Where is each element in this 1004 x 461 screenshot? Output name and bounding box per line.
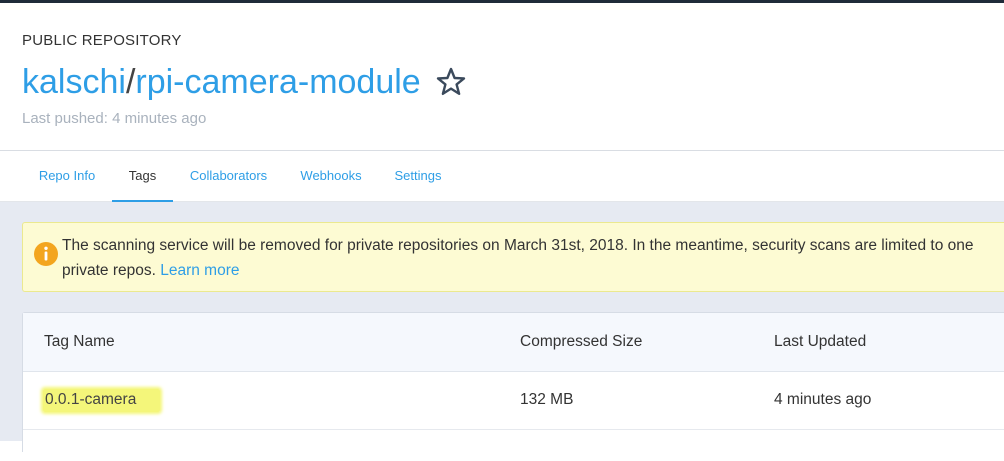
scanning-notice: The scanning service will be removed for… <box>22 222 1004 292</box>
tags-table: Tag Name Compressed Size Last Updated 0.… <box>22 312 1004 461</box>
repo-name-link[interactable]: rpi-camera-module <box>135 61 420 103</box>
learn-more-link[interactable]: Learn more <box>160 262 239 279</box>
tab-repo-info[interactable]: Repo Info <box>22 151 112 202</box>
compressed-size-cell: 132 MB <box>520 391 574 408</box>
tab-webhooks[interactable]: Webhooks <box>284 151 378 202</box>
notice-line-2-text: private repos. <box>62 262 156 279</box>
star-icon[interactable] <box>435 66 467 98</box>
last-updated-cell: 4 minutes ago <box>774 391 872 408</box>
column-header-last-updated[interactable]: Last Updated <box>774 333 866 351</box>
table-row-partial <box>23 431 1004 461</box>
title-separator: / <box>125 63 136 101</box>
tag-name-cell: 0.0.1-camera <box>43 389 161 412</box>
repo-title: kalschi / rpi-camera-module <box>22 61 467 103</box>
namespace-link[interactable]: kalschi <box>22 61 126 103</box>
main-content: The scanning service will be removed for… <box>0 202 1004 461</box>
repo-visibility-label: PUBLIC REPOSITORY <box>22 32 182 49</box>
table-row[interactable]: 0.0.1-camera 132 MB 4 minutes ago <box>23 372 1004 430</box>
column-header-tag-name[interactable]: Tag Name <box>44 333 115 351</box>
last-pushed-text: Last pushed: 4 minutes ago <box>22 110 207 127</box>
notice-line-1: The scanning service will be removed for… <box>62 237 974 254</box>
notice-line-2: private repos. Learn more <box>62 258 1004 283</box>
table-header: Tag Name Compressed Size Last Updated <box>23 313 1004 372</box>
tab-settings[interactable]: Settings <box>378 151 458 202</box>
column-header-compressed-size[interactable]: Compressed Size <box>520 333 642 351</box>
tag-name-link[interactable]: 0.0.1-camera <box>43 389 161 412</box>
repo-tabs: Repo Info Tags Collaborators Webhooks Se… <box>0 150 1004 202</box>
repo-header: PUBLIC REPOSITORY kalschi / rpi-camera-mod… <box>0 3 1004 150</box>
notice-text: The scanning service will be removed for… <box>62 233 1004 283</box>
tab-tags[interactable]: Tags <box>112 151 173 202</box>
tab-collaborators[interactable]: Collaborators <box>173 151 284 202</box>
info-icon <box>34 242 58 266</box>
